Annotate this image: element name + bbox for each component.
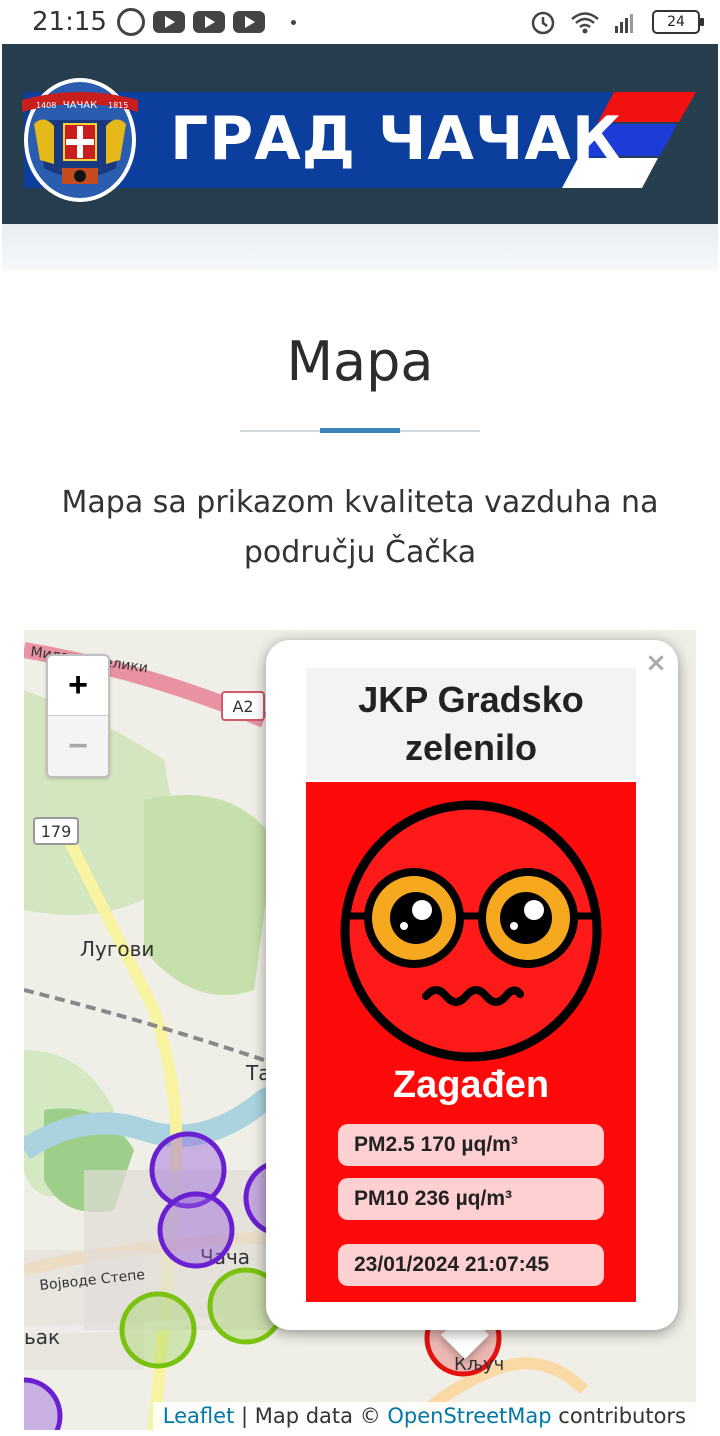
header-title: ГРАД ЧАЧАК <box>170 104 622 174</box>
zoom-in-button[interactable]: + <box>48 656 108 716</box>
map-label-a2: A2 <box>232 697 253 716</box>
youtube-icon <box>232 11 265 33</box>
station-marker[interactable] <box>157 1191 235 1269</box>
crest-year-right: 1815 <box>108 101 128 110</box>
popup-close-button[interactable]: × <box>644 648 668 678</box>
youtube-icon <box>152 11 185 33</box>
crest-text: ЧАЧАК <box>63 100 98 111</box>
page-subtitle: Mapa sa prikazom kvaliteta vazduha na po… <box>61 485 659 570</box>
notification-dot-icon <box>290 19 296 25</box>
map-label-kljuc: Кључ <box>454 1354 504 1375</box>
battery-icon: 24 <box>652 10 704 34</box>
status-time: 21:15 <box>32 7 107 37</box>
crest-year-left: 1408 <box>36 101 56 110</box>
youtube-icon <box>192 11 225 33</box>
alarm-icon <box>531 11 555 35</box>
status-bar: 21:15 24 <box>0 0 720 44</box>
page-title: Mapa <box>286 330 434 393</box>
map-attribution: Leaflet | Map data © OpenStreetMap contr… <box>152 1402 696 1430</box>
measurement-timestamp: 23/01/2024 21:07:45 <box>338 1244 604 1286</box>
attribution-separator: | Map data © <box>234 1404 388 1428</box>
station-marker[interactable] <box>119 1291 197 1369</box>
nav-bar <box>2 224 718 270</box>
pm25-value: PM2.5 170 µq/m³ <box>338 1124 604 1166</box>
leaflet-link[interactable]: Leaflet <box>163 1404 235 1428</box>
map-label-179: 179 <box>41 822 72 841</box>
osm-link[interactable]: OpenStreetMap <box>387 1404 551 1428</box>
city-crest-logo: ЧАЧАК 1408 1815 <box>22 78 138 202</box>
title-divider <box>240 428 480 433</box>
zoom-control: + − <box>46 654 110 778</box>
map-label-ljak: ьак <box>24 1325 60 1349</box>
polluted-face-icon <box>340 800 602 1062</box>
signal-icon <box>615 14 633 33</box>
pm10-value: PM10 236 µq/m³ <box>338 1178 604 1220</box>
site-header: ГРАД ЧАЧАК ЧАЧАК 1408 1815 <box>2 44 718 224</box>
station-name: JKP Gradsko zelenilo <box>306 668 636 780</box>
viber-icon <box>116 8 145 36</box>
battery-level: 24 <box>667 14 685 30</box>
map-label-lugovi: Лугови <box>80 937 154 961</box>
zoom-out-button[interactable]: − <box>48 716 108 776</box>
status-label: Zagađen <box>392 1064 550 1106</box>
wifi-icon <box>571 12 599 34</box>
attribution-contributors: contributors <box>551 1404 686 1428</box>
